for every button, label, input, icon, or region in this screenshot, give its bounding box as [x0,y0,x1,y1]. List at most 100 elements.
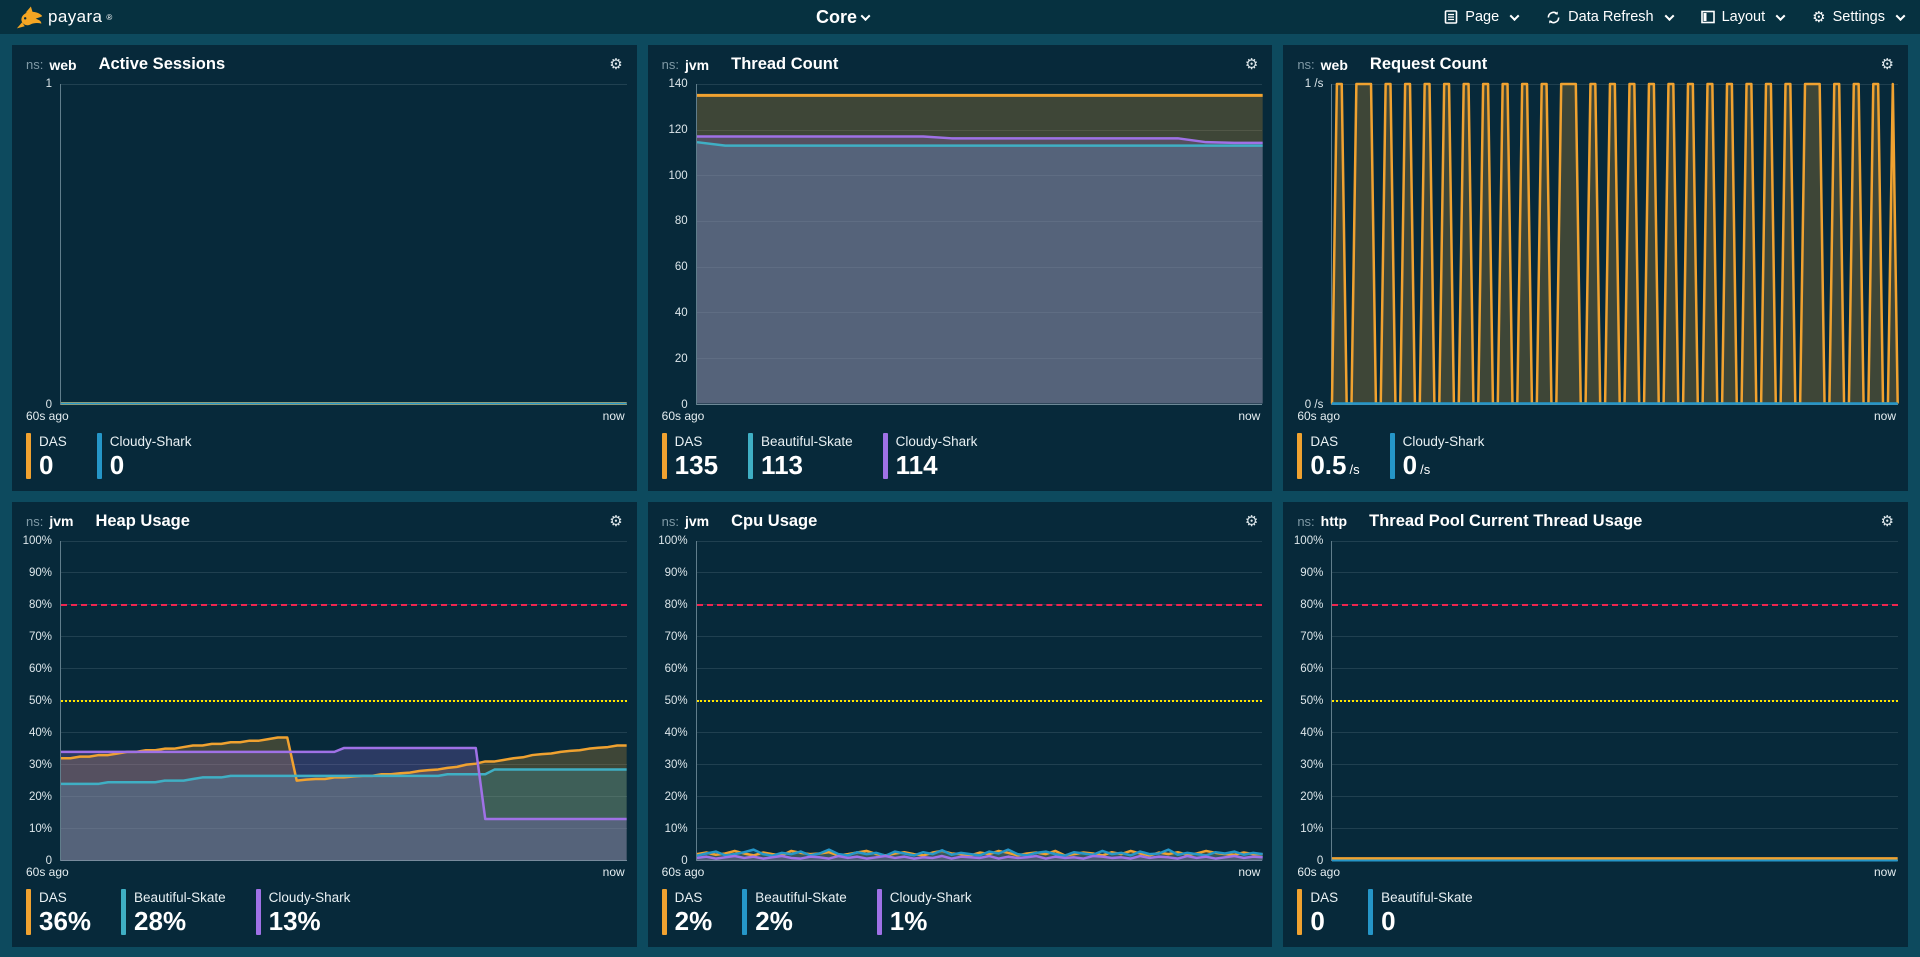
y-axis-tick: 120 [668,124,687,136]
namespace-value: web [49,57,76,73]
x-axis-end-label: now [603,865,625,881]
y-axis-tick: 80% [665,599,688,611]
panel-settings-gear-icon[interactable]: ⚙ [1245,514,1258,529]
x-axis-end-label: now [1874,409,1896,425]
y-axis-tick: 50% [29,695,52,707]
y-axis-tick: 0 [46,855,52,867]
legend-series-value: 1% [890,908,972,934]
legend-series-name: DAS [1310,890,1338,905]
menu-data-refresh[interactable]: Data Refresh [1546,9,1672,25]
legend-item[interactable]: Cloudy-Shark0/s [1390,433,1485,479]
gear-icon: ⚙ [1812,8,1825,26]
legend-series-name: Beautiful-Skate [755,890,847,905]
panel-settings-gear-icon[interactable]: ⚙ [1245,57,1258,72]
payara-logo[interactable]: payara ® [16,4,112,30]
y-axis-tick: 40% [665,727,688,739]
legend: DAS0.5/s Cloudy-Shark0/s [1283,425,1908,491]
legend-color-bar [662,433,667,479]
legend-series-name: Beautiful-Skate [134,890,226,905]
legend-item[interactable]: Cloudy-Shark0 [97,433,192,479]
panel-title: Request Count [1370,55,1487,74]
y-axis-labels: 140120100806040200 [648,84,696,405]
legend-color-bar [26,433,31,479]
chart-area: 100%90%80%70%60%50%40%30%20%10%0 [648,535,1273,862]
legend-text: Cloudy-Shark13% [269,889,351,935]
legend-item[interactable]: DAS0 [26,433,67,479]
plot-area [1331,84,1898,405]
y-axis-tick: 70% [1300,631,1323,643]
legend-series-name: DAS [675,434,718,449]
x-axis-end-label: now [603,409,625,425]
y-axis-tick: 100% [1294,535,1323,547]
page-title-dropdown[interactable]: Core [816,7,869,28]
x-axis-start-label: 60s ago [1297,409,1340,425]
y-axis-tick: 0 /s [1305,399,1324,411]
legend-item[interactable]: Cloudy-Shark13% [256,889,351,935]
legend-color-bar [256,889,261,935]
x-axis-start-label: 60s ago [662,409,705,425]
legend-color-bar [748,433,753,479]
menu-layout[interactable]: Layout [1701,9,1785,25]
dashboard-grid: ns: web Active Sessions ⚙ 10 60s ago now… [0,34,1920,957]
legend-item[interactable]: DAS135 [662,433,718,479]
top-navigation-bar: payara ® Core Page [0,0,1920,34]
legend-item[interactable]: DAS2% [662,889,713,935]
legend-series-value: 2% [755,908,847,934]
menu-layout-label: Layout [1722,9,1766,25]
legend-item[interactable]: Beautiful-Skate28% [121,889,226,935]
legend-color-bar [877,889,882,935]
plot-area [696,541,1263,862]
menu-settings[interactable]: ⚙ Settings [1812,8,1904,26]
legend-color-bar [883,433,888,479]
topbar-menus: Page Data Refresh Layout [1416,8,1904,26]
panel-settings-gear-icon[interactable]: ⚙ [609,514,622,529]
legend-series-value: 0 [1381,908,1473,934]
gridline [697,404,1263,405]
menu-page[interactable]: Page [1444,9,1518,25]
legend-item[interactable]: Cloudy-Shark1% [877,889,972,935]
legend-series-value: 114 [896,452,978,478]
namespace-key: ns: [26,514,43,529]
legend-series-value: 0 [39,452,67,478]
x-axis-labels: 60s ago now [12,861,637,881]
legend-item[interactable]: DAS36% [26,889,91,935]
legend-item[interactable]: Cloudy-Shark114 [883,433,978,479]
legend-item[interactable]: Beautiful-Skate113 [748,433,853,479]
y-axis-tick: 100% [23,535,52,547]
legend-color-bar [1297,433,1302,479]
namespace-value: http [1321,513,1347,529]
panel-settings-gear-icon[interactable]: ⚙ [1881,57,1894,72]
x-axis-labels: 60s ago now [1283,405,1908,425]
legend-item[interactable]: Beautiful-Skate 2% [742,889,847,935]
namespace-key: ns: [1297,57,1314,72]
chart-area: 140120100806040200 [648,78,1273,405]
legend: DAS135 Beautiful-Skate113 Cloudy-Shark114 [648,425,1273,491]
y-axis-tick: 30% [665,759,688,771]
y-axis-tick: 40 [675,307,688,319]
gridline [61,860,627,861]
x-axis-labels: 60s ago now [1283,861,1908,881]
panel-settings-gear-icon[interactable]: ⚙ [1881,514,1894,529]
chart-canvas [1332,541,1898,861]
payara-fish-icon [16,4,44,30]
x-axis-end-label: now [1238,409,1260,425]
legend-text: Beautiful-Skate113 [761,433,853,479]
legend-item[interactable]: DAS0.5/s [1297,433,1359,479]
legend-text: Cloudy-Shark114 [896,433,978,479]
y-axis-labels: 100%90%80%70%60%50%40%30%20%10%0 [12,541,60,862]
menu-data-refresh-label: Data Refresh [1568,9,1653,25]
chart-canvas [61,541,627,861]
panel-header: ns: http Thread Pool Current Thread Usag… [1283,502,1908,535]
panel-settings-gear-icon[interactable]: ⚙ [609,57,622,72]
legend-text: DAS0.5/s [1310,433,1359,479]
chart-area: 1 /s0 /s [1283,78,1908,405]
y-axis-tick: 90% [1300,567,1323,579]
y-axis-tick: 80% [1300,599,1323,611]
legend-series-value: 36% [39,908,91,934]
legend-item[interactable]: Beautiful-Skate0 [1368,889,1473,935]
legend-item[interactable]: DAS0 [1297,889,1338,935]
namespace-value: web [1321,57,1348,73]
chart-panel: ns: jvm Cpu Usage ⚙ 100%90%80%70%60%50%4… [648,502,1273,948]
legend-series-value: 0/s [1403,452,1485,478]
panel-title: Cpu Usage [731,512,817,531]
